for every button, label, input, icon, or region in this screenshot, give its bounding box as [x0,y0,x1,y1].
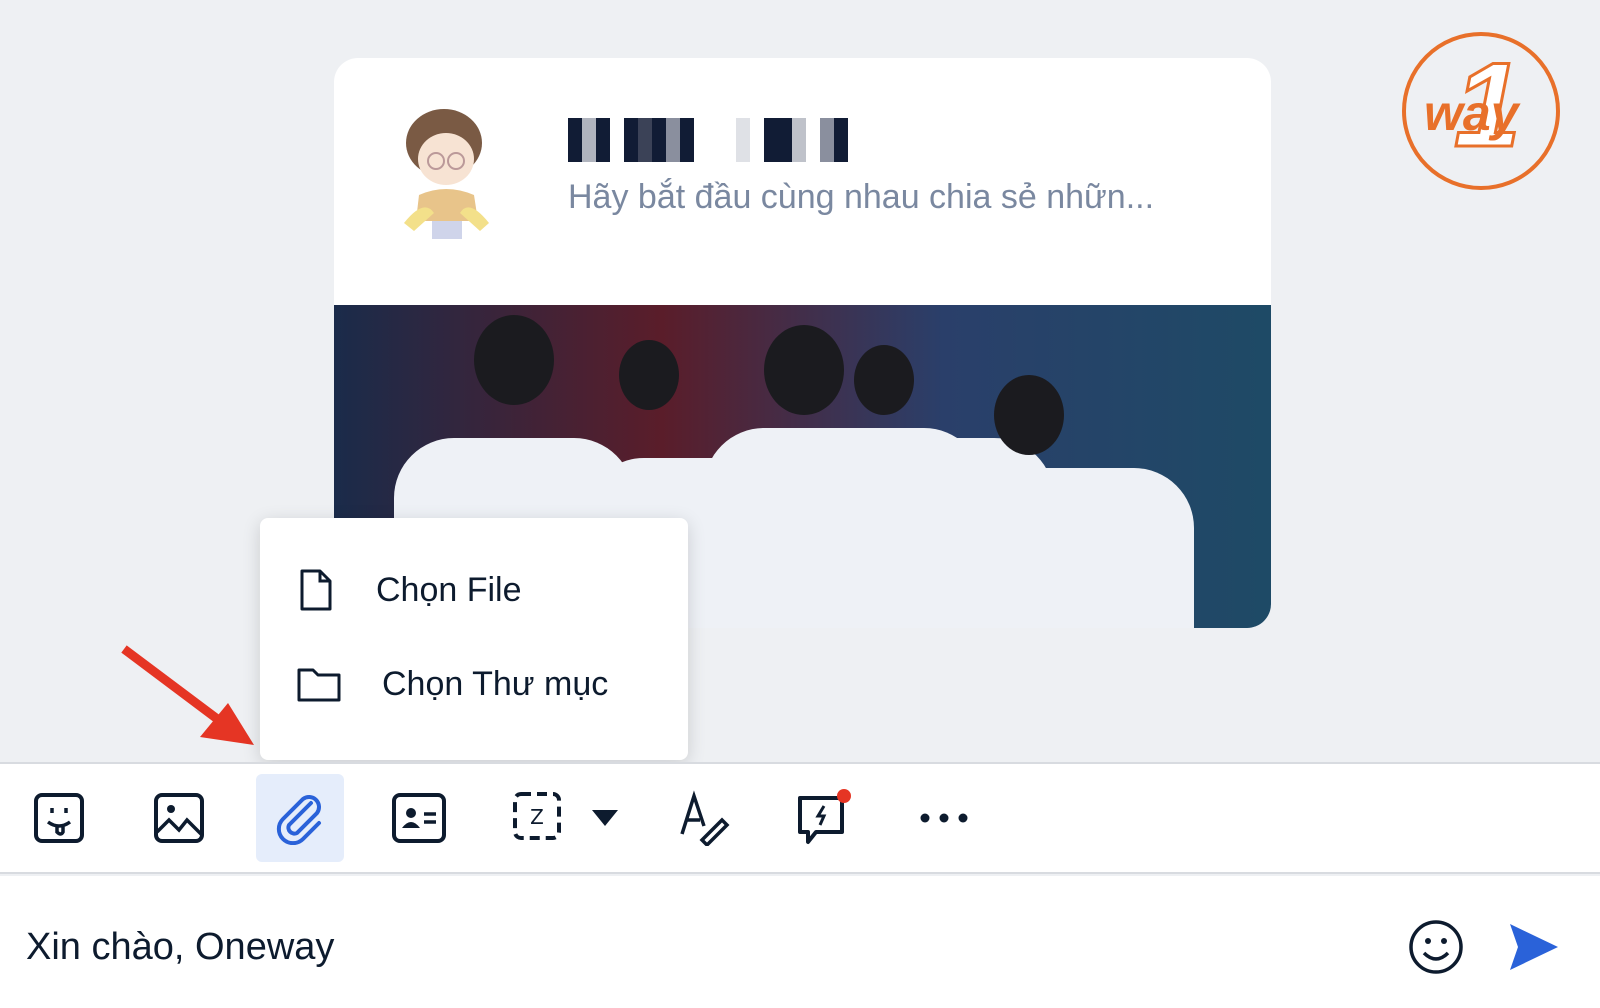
screenshot-dropdown-chevron-icon[interactable] [592,810,618,828]
svg-text:Z: Z [530,805,544,829]
screenshot-button[interactable]: Z [495,774,583,862]
emoji-icon[interactable] [1408,919,1464,975]
oneway-logo: 1 way [1402,32,1560,190]
menu-item-choose-file[interactable]: Chọn File [296,568,522,612]
contact-card-icon [392,793,446,843]
message-input[interactable]: Xin chào, Oneway [26,926,334,969]
attach-button[interactable] [256,774,344,862]
message-composer[interactable]: Xin chào, Oneway [0,876,1600,1008]
menu-item-label: Chọn Thư mục [382,664,609,703]
quick-message-button[interactable] [780,774,868,862]
contact-name-pixelated [568,118,848,162]
file-icon [300,569,332,611]
menu-item-choose-folder[interactable]: Chọn Thư mục [296,664,608,704]
chat-toolbar: Z [0,762,1600,874]
red-arrow-annotation [121,645,254,745]
paperclip-icon [276,795,321,845]
send-icon[interactable] [1508,922,1560,972]
sticker-button[interactable] [15,774,103,862]
avatar [404,109,489,239]
text-format-button[interactable] [660,774,748,862]
message-preview: Hãy bắt đầu cùng nhau chia sẻ nhữn... [568,178,1155,216]
screenshot-icon: Z [513,792,561,840]
folder-icon [297,668,341,702]
more-icon [920,813,968,823]
attach-menu: Chọn File Chọn Thư mục [260,518,688,760]
quick-message-icon [798,789,851,844]
image-button[interactable] [135,774,223,862]
contact-card-button[interactable] [375,774,463,862]
sticker-icon [34,793,84,843]
more-button[interactable] [900,774,988,862]
menu-item-label: Chọn File [376,570,522,609]
image-icon [154,793,204,843]
text-format-icon [680,790,730,846]
